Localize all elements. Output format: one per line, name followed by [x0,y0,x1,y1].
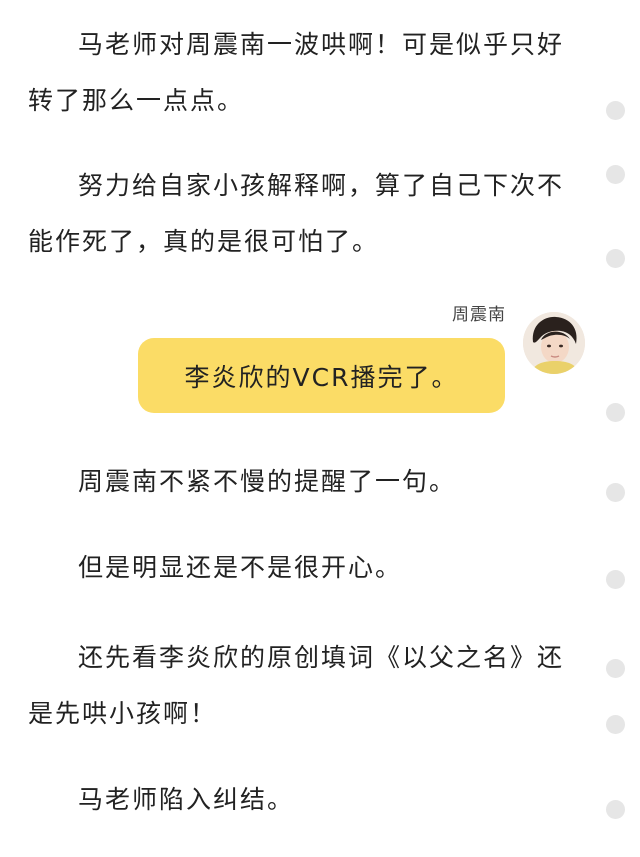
side-marker-dot[interactable] [606,659,625,678]
side-marker-dot[interactable] [606,800,625,819]
side-marker-dot[interactable] [606,165,625,184]
side-marker-dot[interactable] [606,483,625,502]
chat-message-text: 李炎欣的VCR播完了。 [184,362,459,392]
chat-sender-name: 周震南 [452,305,506,325]
side-marker-dot[interactable] [606,570,625,589]
paragraph-2: 努力给自家小孩解释啊，算了自己下次不能作死了，真的是很可怕了。 [28,171,565,256]
paragraph-4: 但是明显还是不是很开心。 [78,553,403,582]
avatar [523,312,585,374]
side-marker-dot[interactable] [606,715,625,734]
paragraph-3: 周震南不紧不慢的提醒了一句。 [78,467,457,496]
paragraph-6: 马老师陷入纠结。 [78,785,295,814]
side-marker-dot[interactable] [606,249,625,268]
side-marker-dot[interactable] [606,403,625,422]
chat-bubble: 李炎欣的VCR播完了。 [138,338,505,413]
side-marker-dot[interactable] [606,101,625,120]
paragraph-1: 马老师对周震南一波哄啊！可是似乎只好转了那么一点点。 [28,30,565,115]
paragraph-5: 还先看李炎欣的原创填词《以父之名》还是先哄小孩啊！ [28,643,565,728]
avatar-image [523,312,585,374]
